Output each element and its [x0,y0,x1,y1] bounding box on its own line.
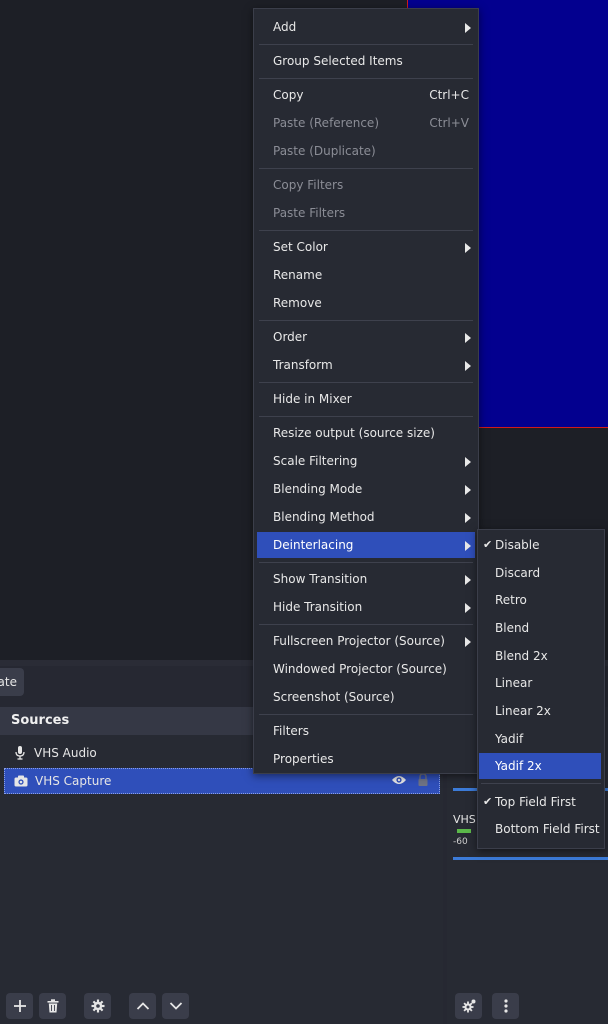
submenu-item-yadif[interactable]: Yadif [479,726,601,752]
controls-partial-button[interactable]: ate [0,668,24,696]
mixer-source-label: VHS [453,813,476,826]
mixer-menu-button[interactable] [492,993,519,1019]
menu-separator [259,78,473,79]
volume-meter [457,829,471,833]
remove-source-button[interactable] [39,993,66,1019]
menu-item-properties[interactable]: Properties [257,746,475,772]
move-source-up-button[interactable] [129,993,156,1019]
menu-item-screenshot[interactable]: Screenshot (Source) [257,684,475,710]
submenu-item-retro[interactable]: Retro [479,587,601,613]
submenu-arrow-icon [465,485,471,495]
menu-item-filters[interactable]: Filters [257,718,475,744]
submenu-arrow-icon [465,333,471,343]
submenu-item-disable[interactable]: ✔ Disable [479,532,601,558]
menu-item-paste-filters[interactable]: Paste Filters [257,200,475,226]
submenu-item-top-field-first[interactable]: ✔ Top Field First [479,789,601,815]
menu-separator [259,382,473,383]
menu-item-paste-reference[interactable]: Paste (Reference) Ctrl+V [257,110,475,136]
source-name: VHS Capture [35,774,112,788]
menu-item-order[interactable]: Order [257,324,475,350]
submenu-arrow-icon [465,361,471,371]
gear-icon [91,999,104,1013]
menu-item-paste-duplicate[interactable]: Paste (Duplicate) [257,138,475,164]
submenu-arrow-icon [465,603,471,613]
menu-item-rename[interactable]: Rename [257,262,475,288]
menu-separator [259,320,473,321]
menu-item-scale-filtering[interactable]: Scale Filtering [257,448,475,474]
plus-icon [13,1000,26,1012]
submenu-item-yadif-2x[interactable]: Yadif 2x [479,753,601,779]
menu-item-copy[interactable]: Copy Ctrl+C [257,82,475,108]
menu-item-blending-method[interactable]: Blending Method [257,504,475,530]
submenu-item-discard[interactable]: Discard [479,560,601,586]
menu-item-transform[interactable]: Transform [257,352,475,378]
menu-item-blending-mode[interactable]: Blending Mode [257,476,475,502]
menu-item-resize-output[interactable]: Resize output (source size) [257,420,475,446]
lock-icon[interactable] [417,773,429,790]
chevron-down-icon [169,1002,182,1010]
gear-icon [462,999,475,1013]
menu-item-add[interactable]: Add [257,14,475,40]
menu-item-fullscreen-projector[interactable]: Fullscreen Projector (Source) [257,628,475,654]
sources-toolbar [6,993,189,1019]
menu-separator [259,624,473,625]
submenu-arrow-icon [465,637,471,647]
menu-separator [259,714,473,715]
kebab-menu-icon [503,999,508,1013]
source-properties-button[interactable] [84,993,111,1019]
menu-separator [259,562,473,563]
menu-item-windowed-projector[interactable]: Windowed Projector (Source) [257,656,475,682]
advanced-audio-properties-button[interactable] [455,993,482,1019]
meter-scale-label: -60 [453,837,468,847]
menu-item-group-selected-items[interactable]: Group Selected Items [257,48,475,74]
add-source-button[interactable] [6,993,33,1019]
menu-item-hide-in-mixer[interactable]: Hide in Mixer [257,386,475,412]
submenu-arrow-icon [465,243,471,253]
source-context-menu: Add Group Selected Items Copy Ctrl+C Past… [253,8,479,774]
menu-item-copy-filters[interactable]: Copy Filters [257,172,475,198]
menu-separator [259,44,473,45]
menu-item-show-transition[interactable]: Show Transition [257,566,475,592]
checkmark-icon: ✔ [483,795,493,808]
camera-icon [13,773,29,789]
source-name: VHS Audio [34,746,97,760]
submenu-item-blend[interactable]: Blend [479,615,601,641]
menu-item-hide-transition[interactable]: Hide Transition [257,594,475,620]
obs-window: ate Sources VHS Audio VHS Capture VHS -6… [0,0,608,1024]
shortcut-label: Ctrl+C [429,88,469,102]
menu-separator [259,416,473,417]
submenu-item-linear[interactable]: Linear [479,670,601,696]
deinterlacing-submenu: ✔ Disable Discard Retro Blend Blend 2x Li… [477,529,605,849]
submenu-arrow-icon [465,575,471,585]
submenu-arrow-icon [465,541,471,551]
microphone-icon [12,745,28,761]
volume-slider[interactable] [453,857,608,860]
submenu-arrow-icon [465,23,471,33]
menu-separator [259,230,473,231]
menu-item-set-color[interactable]: Set Color [257,234,475,260]
menu-item-remove[interactable]: Remove [257,290,475,316]
eye-icon[interactable] [391,774,407,789]
menu-item-deinterlacing[interactable]: Deinterlacing [257,532,475,558]
chevron-up-icon [136,1002,149,1010]
shortcut-label: Ctrl+V [429,116,469,130]
menu-separator [481,783,601,784]
menu-separator [259,168,473,169]
checkmark-icon: ✔ [483,538,493,551]
move-source-down-button[interactable] [162,993,189,1019]
trash-icon [47,999,58,1013]
submenu-item-linear-2x[interactable]: Linear 2x [479,698,601,724]
submenu-arrow-icon [465,513,471,523]
submenu-arrow-icon [465,457,471,467]
submenu-item-bottom-field-first[interactable]: Bottom Field First [479,816,601,842]
submenu-item-blend-2x[interactable]: Blend 2x [479,643,601,669]
